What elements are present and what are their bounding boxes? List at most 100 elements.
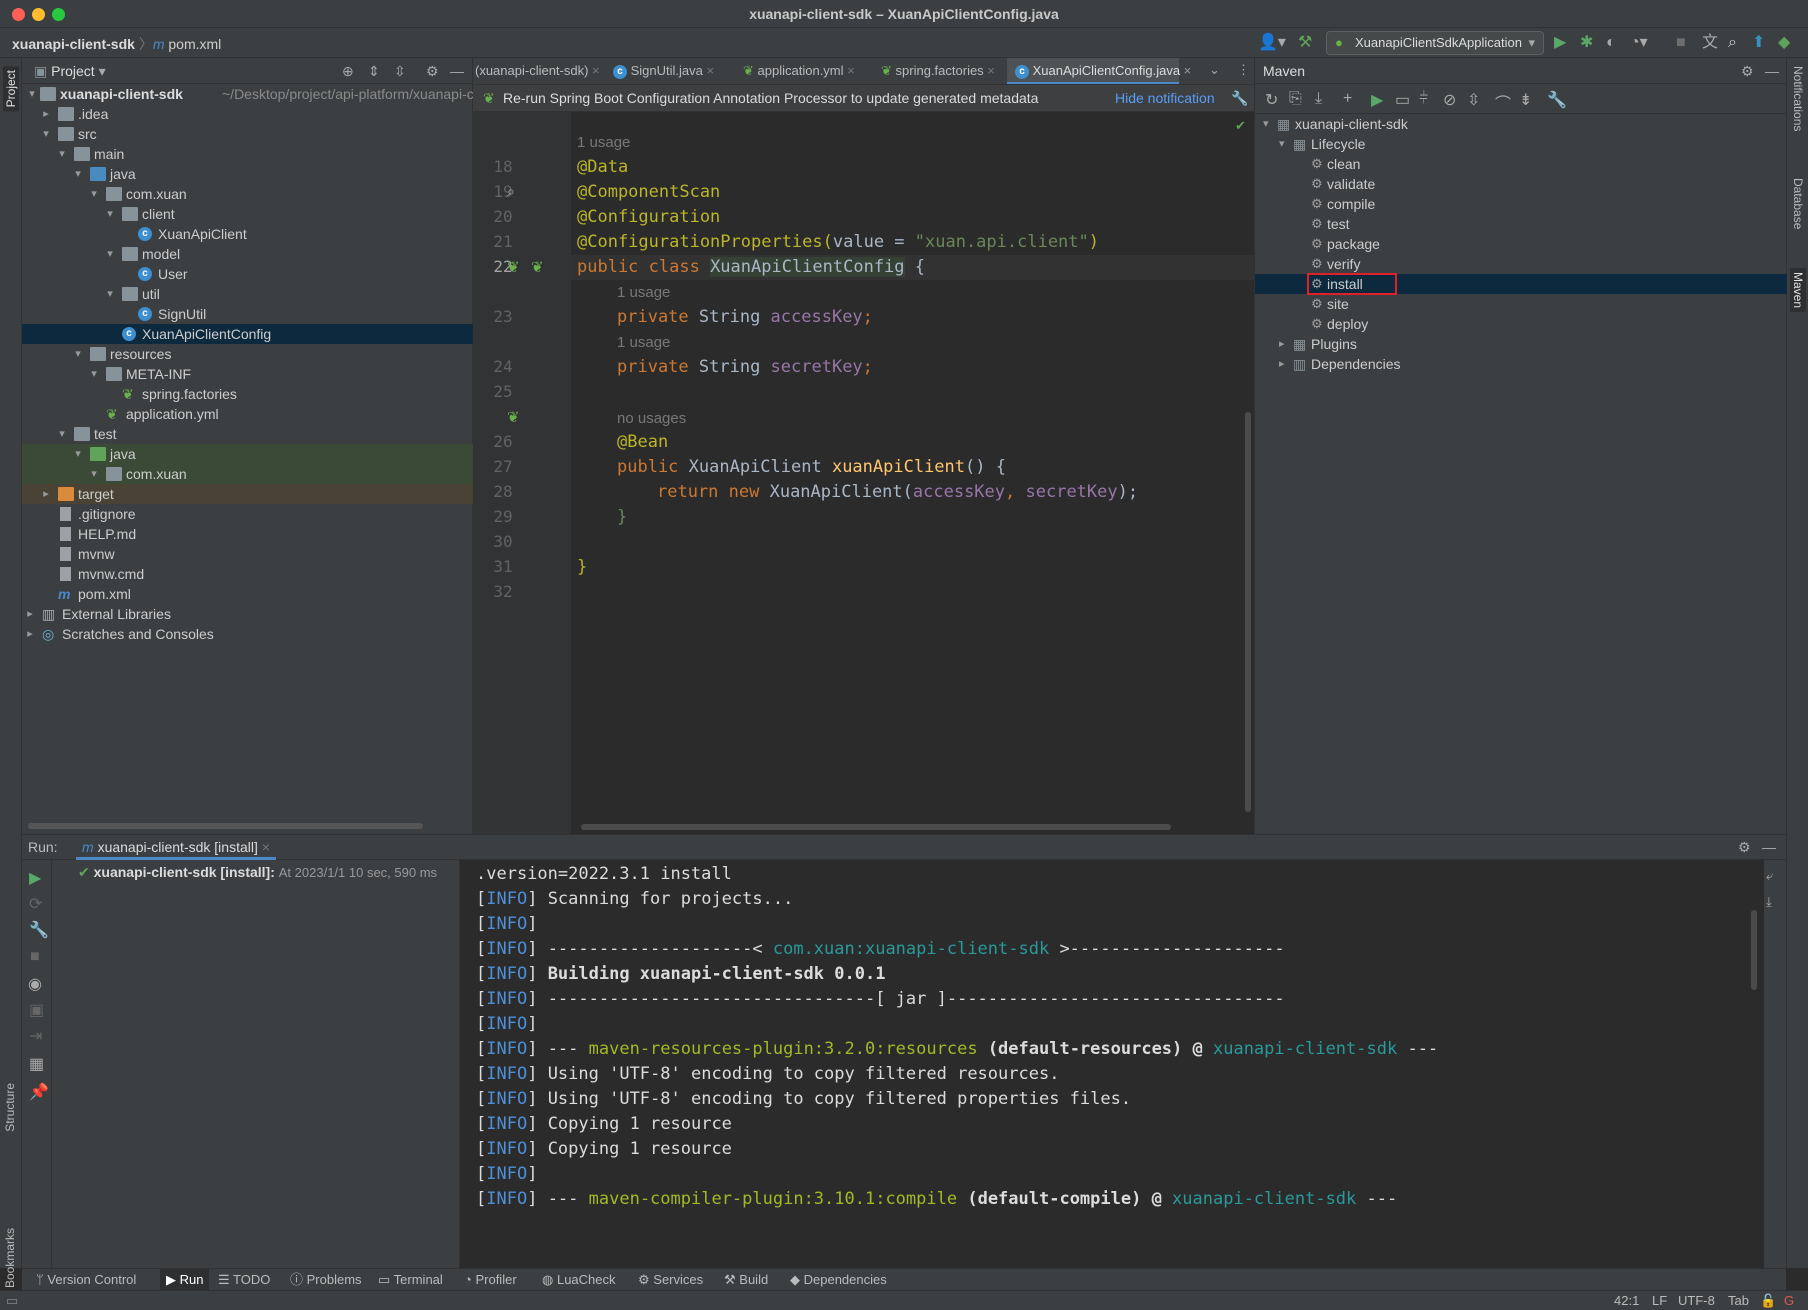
database-tool-button[interactable]: Database bbox=[1791, 178, 1805, 229]
bookmarks-tool-button[interactable]: Bookmarks bbox=[3, 1228, 17, 1288]
project-tree-item[interactable]: mvnw.cmd bbox=[22, 564, 473, 584]
project-tree-item[interactable]: .gitignore bbox=[22, 504, 473, 524]
caret-position[interactable]: 42:1 bbox=[1614, 1291, 1639, 1310]
build-hammer-icon[interactable]: ⚒ bbox=[1298, 33, 1312, 53]
project-tree-item[interactable]: ▾ com.xuan bbox=[22, 184, 473, 204]
dependencies-tab[interactable]: ◆ Dependencies bbox=[790, 1269, 887, 1291]
file-encoding[interactable]: UTF-8 bbox=[1678, 1291, 1715, 1310]
collapse-icon[interactable]: ⇳ bbox=[1467, 90, 1480, 110]
maven-goal-deploy[interactable]: ⚙ deploy bbox=[1255, 314, 1787, 334]
wrench-icon[interactable]: 🔧 bbox=[1231, 85, 1248, 112]
update-icon[interactable]: ⬆ bbox=[1752, 33, 1765, 53]
structure-tool-button[interactable]: Structure bbox=[3, 1083, 17, 1132]
tab-application-yml[interactable]: ❦ application.yml × bbox=[743, 58, 877, 84]
spring-config-icon[interactable]: ❦ bbox=[531, 258, 544, 276]
maven-root-node[interactable]: ▾ ▦ xuanapi-client-sdk bbox=[1255, 114, 1787, 134]
breadcrumb-project[interactable]: xuanapi-client-sdk bbox=[12, 36, 135, 52]
lock-icon[interactable]: 🔓 bbox=[1760, 1291, 1776, 1310]
maven-goal-compile[interactable]: ⚙ compile bbox=[1255, 194, 1787, 214]
maven-goal-site[interactable]: ⚙ site bbox=[1255, 294, 1787, 314]
spring-bean-icon[interactable]: ❦ bbox=[507, 258, 520, 276]
tab-spring-factories[interactable]: ❦ spring.factories × bbox=[881, 58, 1017, 84]
console-output[interactable]: .version=2022.3.1 install [INFO] Scanning… bbox=[461, 860, 1764, 1268]
notifications-tool-button[interactable]: Notifications bbox=[1791, 66, 1805, 131]
run-config-selector[interactable]: ● XuanapiClientSdkApplication ▾ bbox=[1326, 31, 1544, 55]
scroll-to-end-icon[interactable]: ⤓ bbox=[1766, 894, 1772, 910]
close-window-button[interactable] bbox=[12, 8, 25, 21]
project-tree-item[interactable]: c SignUtil bbox=[22, 304, 473, 324]
more-icon[interactable]: ⋮ bbox=[1237, 62, 1250, 78]
usage-hint[interactable]: 1 usage bbox=[617, 334, 670, 351]
project-tree-item[interactable]: mvnw bbox=[22, 544, 473, 564]
gear-icon[interactable]: ⚙ bbox=[426, 58, 439, 84]
project-tree-item[interactable]: ▾ test bbox=[22, 424, 473, 444]
wrench-icon[interactable]: 🔧 bbox=[1547, 90, 1567, 110]
locate-icon[interactable]: ⊕ bbox=[342, 58, 354, 84]
maven-lifecycle-node[interactable]: ▾ ▦ Lifecycle bbox=[1255, 134, 1787, 154]
debug-icon[interactable]: ✱ bbox=[1580, 33, 1593, 53]
run-icon[interactable]: ▶ bbox=[1554, 33, 1566, 53]
project-tree-item[interactable]: ▾ java bbox=[22, 164, 473, 184]
project-tree-item[interactable]: ▸ ◎ Scratches and Consoles bbox=[22, 624, 473, 644]
project-view-selector[interactable]: Project bbox=[51, 63, 95, 79]
indent-setting[interactable]: Tab bbox=[1728, 1291, 1749, 1310]
search-icon[interactable]: ⌕ bbox=[1728, 33, 1737, 53]
usage-hint[interactable]: 1 usage bbox=[617, 284, 670, 301]
scan-bean-icon[interactable]: ⌕ bbox=[507, 183, 515, 200]
breadcrumb-file[interactable]: pom.xml bbox=[168, 36, 221, 52]
project-tree-item[interactable]: ▾ model bbox=[22, 244, 473, 264]
eye-icon[interactable]: ◉ bbox=[28, 974, 42, 994]
project-scrollbar[interactable] bbox=[28, 823, 423, 829]
google-icon[interactable]: G bbox=[1784, 1291, 1794, 1310]
maximize-window-button[interactable] bbox=[52, 8, 65, 21]
stop-icon[interactable]: ■ bbox=[1676, 33, 1686, 53]
project-tree-item[interactable]: ❦ application.yml bbox=[22, 404, 473, 424]
project-tree-item[interactable]: ▾ client bbox=[22, 204, 473, 224]
project-tool-button[interactable]: Project bbox=[3, 66, 19, 112]
code-editor[interactable]: 1 usage @Data @ComponentScan @Configurat… bbox=[571, 112, 1254, 834]
services-tab[interactable]: ⚙ Services bbox=[638, 1269, 703, 1291]
maven-goal-clean[interactable]: ⚙ clean bbox=[1255, 154, 1787, 174]
exit-icon[interactable]: ⇥ bbox=[29, 1026, 42, 1046]
download-icon[interactable]: ⤓ bbox=[1315, 90, 1322, 108]
todo-tab[interactable]: ☰ TODO bbox=[218, 1269, 270, 1291]
execute-goal-icon[interactable]: ▭ bbox=[1395, 90, 1410, 110]
project-tree-item[interactable]: ▾ java bbox=[22, 444, 473, 464]
rerun-icon[interactable]: ▶ bbox=[29, 868, 41, 888]
project-tree-item[interactable]: ▾ META-INF bbox=[22, 364, 473, 384]
hide-panel-icon[interactable]: — bbox=[450, 58, 464, 84]
coverage-icon[interactable]: ◐ bbox=[1606, 33, 1616, 53]
project-tree-item[interactable]: ▸ ▥ External Libraries bbox=[22, 604, 473, 624]
pin-icon[interactable]: 📌 bbox=[29, 1082, 49, 1102]
hide-panel-icon[interactable]: — bbox=[1765, 58, 1779, 84]
profile-icon[interactable]: ◔▾ bbox=[1630, 33, 1648, 53]
expand-icon[interactable]: ⇟ bbox=[1519, 90, 1532, 110]
maven-dependencies-node[interactable]: ▸ ▥ Dependencies bbox=[1255, 354, 1787, 374]
soft-wrap-icon[interactable]: ⤶ bbox=[1766, 868, 1773, 884]
version-control-tab[interactable]: ᛘ Version Control bbox=[36, 1269, 136, 1291]
run-tree-item[interactable]: ✔ xuanapi-client-sdk [install]: At 2023/… bbox=[78, 864, 437, 881]
tabs-dropdown-icon[interactable]: ⌄ bbox=[1209, 62, 1220, 78]
expand-all-icon[interactable]: ⇕ bbox=[368, 58, 380, 84]
account-icon[interactable]: 👤▾ bbox=[1258, 33, 1286, 53]
editor-vertical-scrollbar[interactable] bbox=[1245, 412, 1251, 812]
project-tree-item[interactable]: ▾ main bbox=[22, 144, 473, 164]
show-dependencies-icon[interactable]: ⌒ bbox=[1495, 90, 1511, 114]
console-scrollbar[interactable] bbox=[1751, 910, 1757, 990]
project-root-node[interactable]: ▾ xuanapi-client-sdk ~/Desktop/project/api… bbox=[22, 84, 477, 104]
problems-tab[interactable]: ⓘ Problems bbox=[290, 1269, 362, 1291]
project-tree-item[interactable]: ▾ util bbox=[22, 284, 473, 304]
stop-icon[interactable]: ■ bbox=[30, 948, 40, 966]
usage-hint[interactable]: no usages bbox=[617, 410, 686, 427]
project-tree-item[interactable]: ▾ com.xuan bbox=[22, 464, 473, 484]
tab-xuanapi-client-sdk[interactable]: (xuanapi-client-sdk) × bbox=[475, 58, 603, 84]
project-tree-item[interactable]: c XuanApiClient bbox=[22, 224, 473, 244]
luacheck-tab[interactable]: ◍ LuaCheck bbox=[542, 1269, 616, 1291]
project-tree-item[interactable]: c User bbox=[22, 264, 473, 284]
bean-gutter-icon[interactable]: ❦ bbox=[507, 408, 520, 426]
maven-goal-package[interactable]: ⚙ package bbox=[1255, 234, 1787, 254]
run-tab-install[interactable]: m xuanapi-client-sdk [install] × bbox=[76, 835, 276, 860]
maven-tool-button[interactable]: Maven bbox=[1790, 268, 1806, 313]
project-tree-item[interactable]: HELP.md bbox=[22, 524, 473, 544]
skip-tests-icon[interactable]: ⊘ bbox=[1443, 90, 1456, 110]
